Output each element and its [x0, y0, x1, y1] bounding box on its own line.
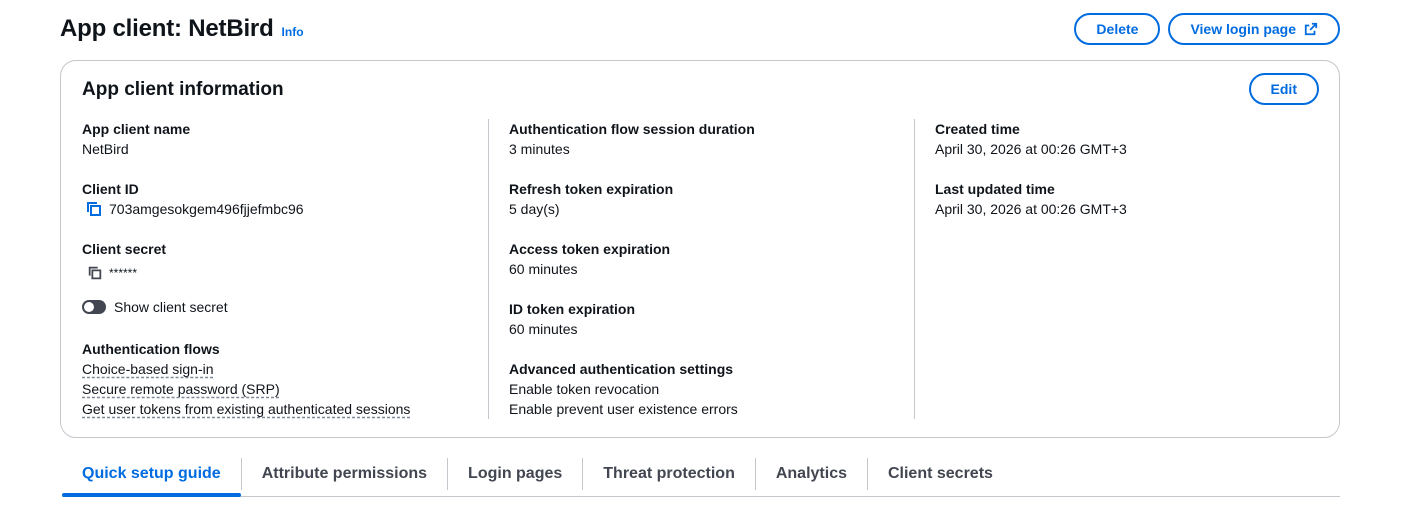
show-client-secret-toggle[interactable]	[82, 300, 106, 314]
app-client-page: App client: NetBird Info Delete View log…	[0, 0, 1410, 513]
app-client-name-label: App client name	[82, 121, 191, 137]
page-header: App client: NetBird Info Delete View log…	[60, 12, 1340, 46]
field-show-secret: Show client secret	[82, 299, 228, 315]
advanced-settings-label: Advanced authentication settings	[509, 361, 734, 377]
access-token-value: 60 minutes	[509, 261, 578, 277]
client-id-label: Client ID	[82, 181, 139, 197]
tab-analytics[interactable]: Analytics	[756, 455, 867, 493]
tab-bar: Quick setup guide Attribute permissions …	[62, 455, 1340, 497]
delete-button-label: Delete	[1096, 21, 1139, 37]
auth-flow-link[interactable]: Secure remote password (SRP)	[82, 379, 280, 399]
field-session-duration: Authentication flow session duration 3 m…	[509, 119, 755, 159]
tab-attribute-permissions[interactable]: Attribute permissions	[242, 455, 447, 493]
auth-flow-link[interactable]: Choice-based sign-in	[82, 359, 214, 379]
app-client-name-value: NetBird	[82, 141, 129, 157]
field-id-token: ID token expiration 60 minutes	[509, 299, 635, 339]
column-2: Authentication flow session duration 3 m…	[488, 119, 914, 419]
access-token-label: Access token expiration	[509, 241, 671, 257]
column-3: Created time April 30, 2026 at 00:26 GMT…	[914, 119, 1318, 419]
view-login-page-button[interactable]: View login page	[1168, 13, 1340, 45]
field-auth-flows: Authentication flows Choice-based sign-i…	[82, 339, 410, 419]
field-client-secret: Client secret ******	[82, 239, 166, 283]
page-title: App client: NetBird	[60, 15, 274, 42]
info-columns: App client name NetBird Client ID 703amg…	[61, 119, 1339, 419]
id-token-value: 60 minutes	[509, 321, 578, 337]
advanced-setting-item: Enable prevent user existence errors	[509, 401, 738, 417]
client-secret-row: ******	[87, 263, 166, 283]
client-id-row: 703amgesokgem496fjjefmbc96	[85, 199, 304, 219]
copy-icon[interactable]	[87, 265, 103, 281]
field-app-client-name: App client name NetBird	[82, 119, 190, 159]
field-advanced-settings: Advanced authentication settings Enable …	[509, 359, 738, 419]
updated-time-label: Last updated time	[935, 181, 1055, 197]
field-client-id: Client ID 703amgesokgem496fjjefmbc96	[82, 179, 304, 219]
tab-threat-protection[interactable]: Threat protection	[583, 455, 755, 493]
copy-icon[interactable]	[85, 200, 103, 218]
refresh-token-value: 5 day(s)	[509, 201, 560, 217]
created-time-value: April 30, 2026 at 00:26 GMT+3	[935, 141, 1127, 157]
show-client-secret-label: Show client secret	[114, 299, 228, 315]
edit-button-label: Edit	[1270, 81, 1297, 97]
edit-button[interactable]: Edit	[1248, 73, 1319, 105]
tab-quick-setup-guide[interactable]: Quick setup guide	[62, 455, 241, 497]
client-id-value: 703amgesokgem496fjjefmbc96	[109, 201, 304, 217]
session-duration-value: 3 minutes	[509, 141, 570, 157]
field-refresh-token: Refresh token expiration 5 day(s)	[509, 179, 673, 219]
auth-flow-link[interactable]: Get user tokens from existing authentica…	[82, 399, 410, 419]
client-secret-value: ******	[109, 266, 138, 280]
delete-button[interactable]: Delete	[1074, 13, 1161, 45]
session-duration-label: Authentication flow session duration	[509, 121, 755, 137]
title-wrap: App client: NetBird Info	[60, 15, 304, 43]
field-access-token: Access token expiration 60 minutes	[509, 239, 670, 279]
client-secret-label: Client secret	[82, 241, 167, 257]
card-title: App client information	[82, 79, 284, 100]
header-actions: Delete View login page	[1074, 13, 1340, 45]
auth-flows-label: Authentication flows	[82, 341, 220, 357]
tab-login-pages[interactable]: Login pages	[448, 455, 582, 493]
refresh-token-label: Refresh token expiration	[509, 181, 674, 197]
updated-time-value: April 30, 2026 at 00:26 GMT+3	[935, 201, 1127, 217]
app-client-info-card: App client information Edit App client n…	[60, 60, 1340, 438]
tab-client-secrets[interactable]: Client secrets	[868, 455, 1013, 493]
column-1: App client name NetBird Client ID 703amg…	[82, 119, 486, 419]
advanced-setting-item: Enable token revocation	[509, 381, 660, 397]
id-token-label: ID token expiration	[509, 301, 636, 317]
info-link[interactable]: Info	[282, 25, 304, 39]
external-link-icon	[1304, 22, 1318, 36]
view-login-page-label: View login page	[1190, 21, 1296, 37]
created-time-label: Created time	[935, 121, 1020, 137]
show-secret-toggle-row: Show client secret	[82, 299, 228, 315]
field-created-time: Created time April 30, 2026 at 00:26 GMT…	[935, 119, 1127, 159]
field-updated-time: Last updated time April 30, 2026 at 00:2…	[935, 179, 1127, 219]
